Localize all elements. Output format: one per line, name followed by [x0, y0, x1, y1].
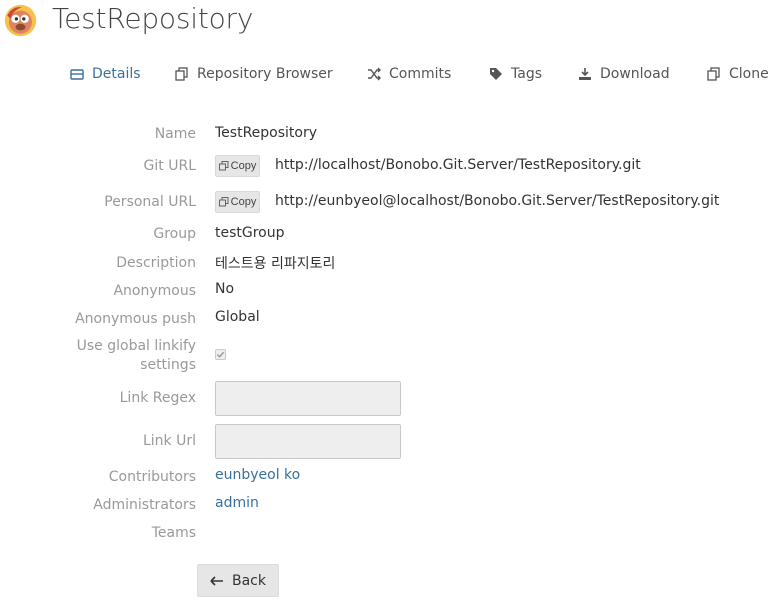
description-label: Description — [116, 255, 196, 271]
page-title: TestRepository — [52, 2, 254, 35]
description-value: 테스트용 리파지토리 — [215, 256, 336, 272]
anonymous-push-label: Anonymous push — [75, 311, 196, 327]
administrators-value: admin — [215, 495, 259, 511]
tab-label: Repository Browser — [197, 66, 333, 82]
link-url-label: Link Url — [142, 433, 196, 449]
tab-clone[interactable]: Clone — [707, 60, 769, 88]
git-url-label: Git URL — [143, 158, 196, 174]
tab-bar: Details Repository Browser Commits Tags … — [0, 60, 772, 88]
copy-icon — [218, 197, 229, 207]
teams-label: Teams — [151, 525, 196, 541]
name-value: TestRepository — [215, 125, 318, 141]
copy-label: Copy — [230, 160, 257, 172]
copy-icon — [218, 161, 229, 171]
download-icon — [579, 68, 591, 80]
tab-download[interactable]: Download — [578, 60, 670, 88]
anonymous-push-value: Global — [215, 309, 260, 325]
anonymous-value: No — [215, 281, 235, 297]
copy-git-url-button[interactable]: Copy — [215, 155, 260, 177]
back-label: Back — [232, 572, 266, 589]
git-url-value: http://localhost/Bonobo.Git.Server/TestR… — [275, 157, 641, 173]
personal-url-value: http://eunbyeol@localhost/Bonobo.Git.Ser… — [275, 193, 720, 209]
shuffle-icon — [368, 67, 381, 81]
tab-label: Tags — [511, 66, 542, 82]
tab-tags[interactable]: Tags — [489, 60, 542, 88]
back-button[interactable]: Back — [197, 564, 279, 597]
tag-icon — [490, 68, 502, 80]
personal-url-label: Personal URL — [104, 194, 196, 210]
use-global-linkify-checkbox[interactable] — [215, 349, 226, 360]
name-label: Name — [154, 126, 196, 142]
copy-icon — [175, 67, 188, 81]
checkmark-icon — [216, 351, 225, 358]
tab-label: Download — [600, 66, 670, 82]
arrow-left-icon — [210, 575, 223, 586]
tab-label: Details — [92, 66, 141, 82]
administrators-label: Administrators — [93, 497, 196, 513]
list-icon — [70, 69, 84, 80]
tab-commits[interactable]: Commits — [367, 60, 451, 88]
bonobo-logo-icon — [4, 4, 37, 37]
group-label: Group — [153, 226, 196, 242]
tab-label: Clone — [729, 66, 769, 82]
tab-details[interactable]: Details — [70, 60, 141, 88]
copy-icon — [707, 67, 720, 81]
link-url-input[interactable] — [215, 424, 401, 459]
copy-label: Copy — [230, 196, 257, 208]
copy-personal-url-button[interactable]: Copy — [215, 191, 260, 213]
link-regex-label: Link Regex — [119, 390, 196, 406]
contributors-value: eunbyeol ko — [215, 467, 300, 483]
link-regex-input[interactable] — [215, 381, 401, 416]
use-global-linkify-label: Use global linkify settings — [76, 338, 196, 373]
tab-label: Commits — [389, 66, 452, 82]
contributor-link[interactable]: eunbyeol ko — [215, 467, 300, 483]
contributors-label: Contributors — [108, 469, 196, 485]
tab-repository-browser[interactable]: Repository Browser — [175, 60, 333, 88]
group-value: testGroup — [215, 225, 285, 241]
anonymous-label: Anonymous — [113, 283, 196, 299]
administrator-link[interactable]: admin — [215, 495, 259, 511]
